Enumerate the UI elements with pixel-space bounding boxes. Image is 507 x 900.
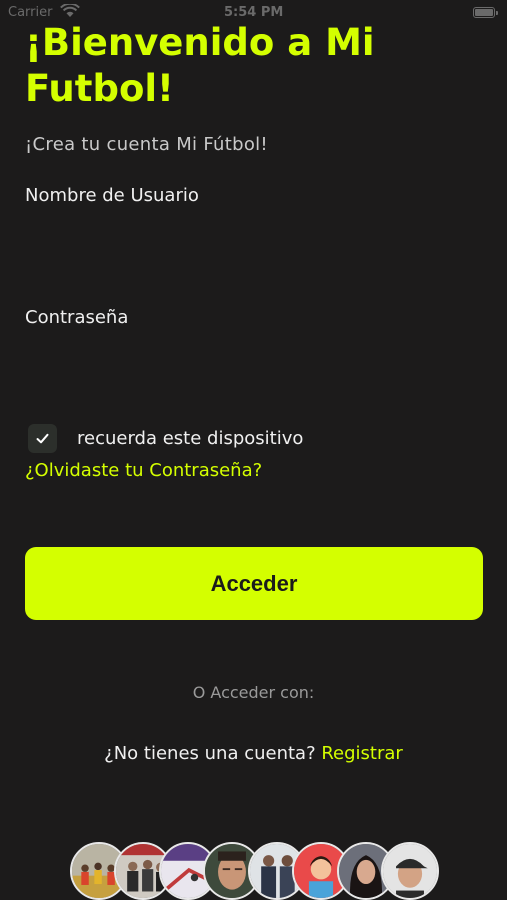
alt-login-label: O Acceder con:: [192, 683, 315, 702]
remember-device-row: recuerda este dispositivo: [28, 424, 348, 454]
username-label: Nombre de Usuario: [25, 185, 199, 206]
man-cap-avatar[interactable]: [381, 842, 439, 900]
page-subtitle: ¡Crea tu cuenta Mi Fútbol!: [25, 134, 268, 155]
battery-icon: [473, 7, 498, 18]
checkmark-icon: [36, 433, 49, 444]
page-title: ¡Bienvenido a Mi Futbol!: [25, 21, 375, 110]
signup-prompt: ¿No tienes una cuenta?: [104, 743, 316, 764]
remember-device-checkbox[interactable]: [28, 424, 57, 453]
password-label: Contraseña: [25, 307, 129, 328]
carrier-label: Carrier: [8, 5, 53, 20]
username-field[interactable]: [25, 222, 482, 262]
register-link[interactable]: Registrar: [321, 743, 402, 764]
signup-prompt-row: ¿No tienes una cuenta? Registrar: [0, 743, 507, 764]
login-button-label: Acceder: [210, 570, 298, 596]
login-button[interactable]: Acceder: [25, 547, 483, 620]
remember-device-label: recuerda este dispositivo: [77, 428, 304, 449]
avatar-row: [70, 842, 450, 900]
login-screen: Carrier 5:54 PM ¡Bienvenido a Mi Futbol!…: [0, 0, 507, 900]
password-field[interactable]: [25, 344, 482, 384]
wifi-icon: [60, 4, 80, 17]
status-time: 5:54 PM: [224, 5, 284, 20]
forgot-password-link[interactable]: ¿Olvidaste tu Contraseña?: [25, 460, 262, 481]
